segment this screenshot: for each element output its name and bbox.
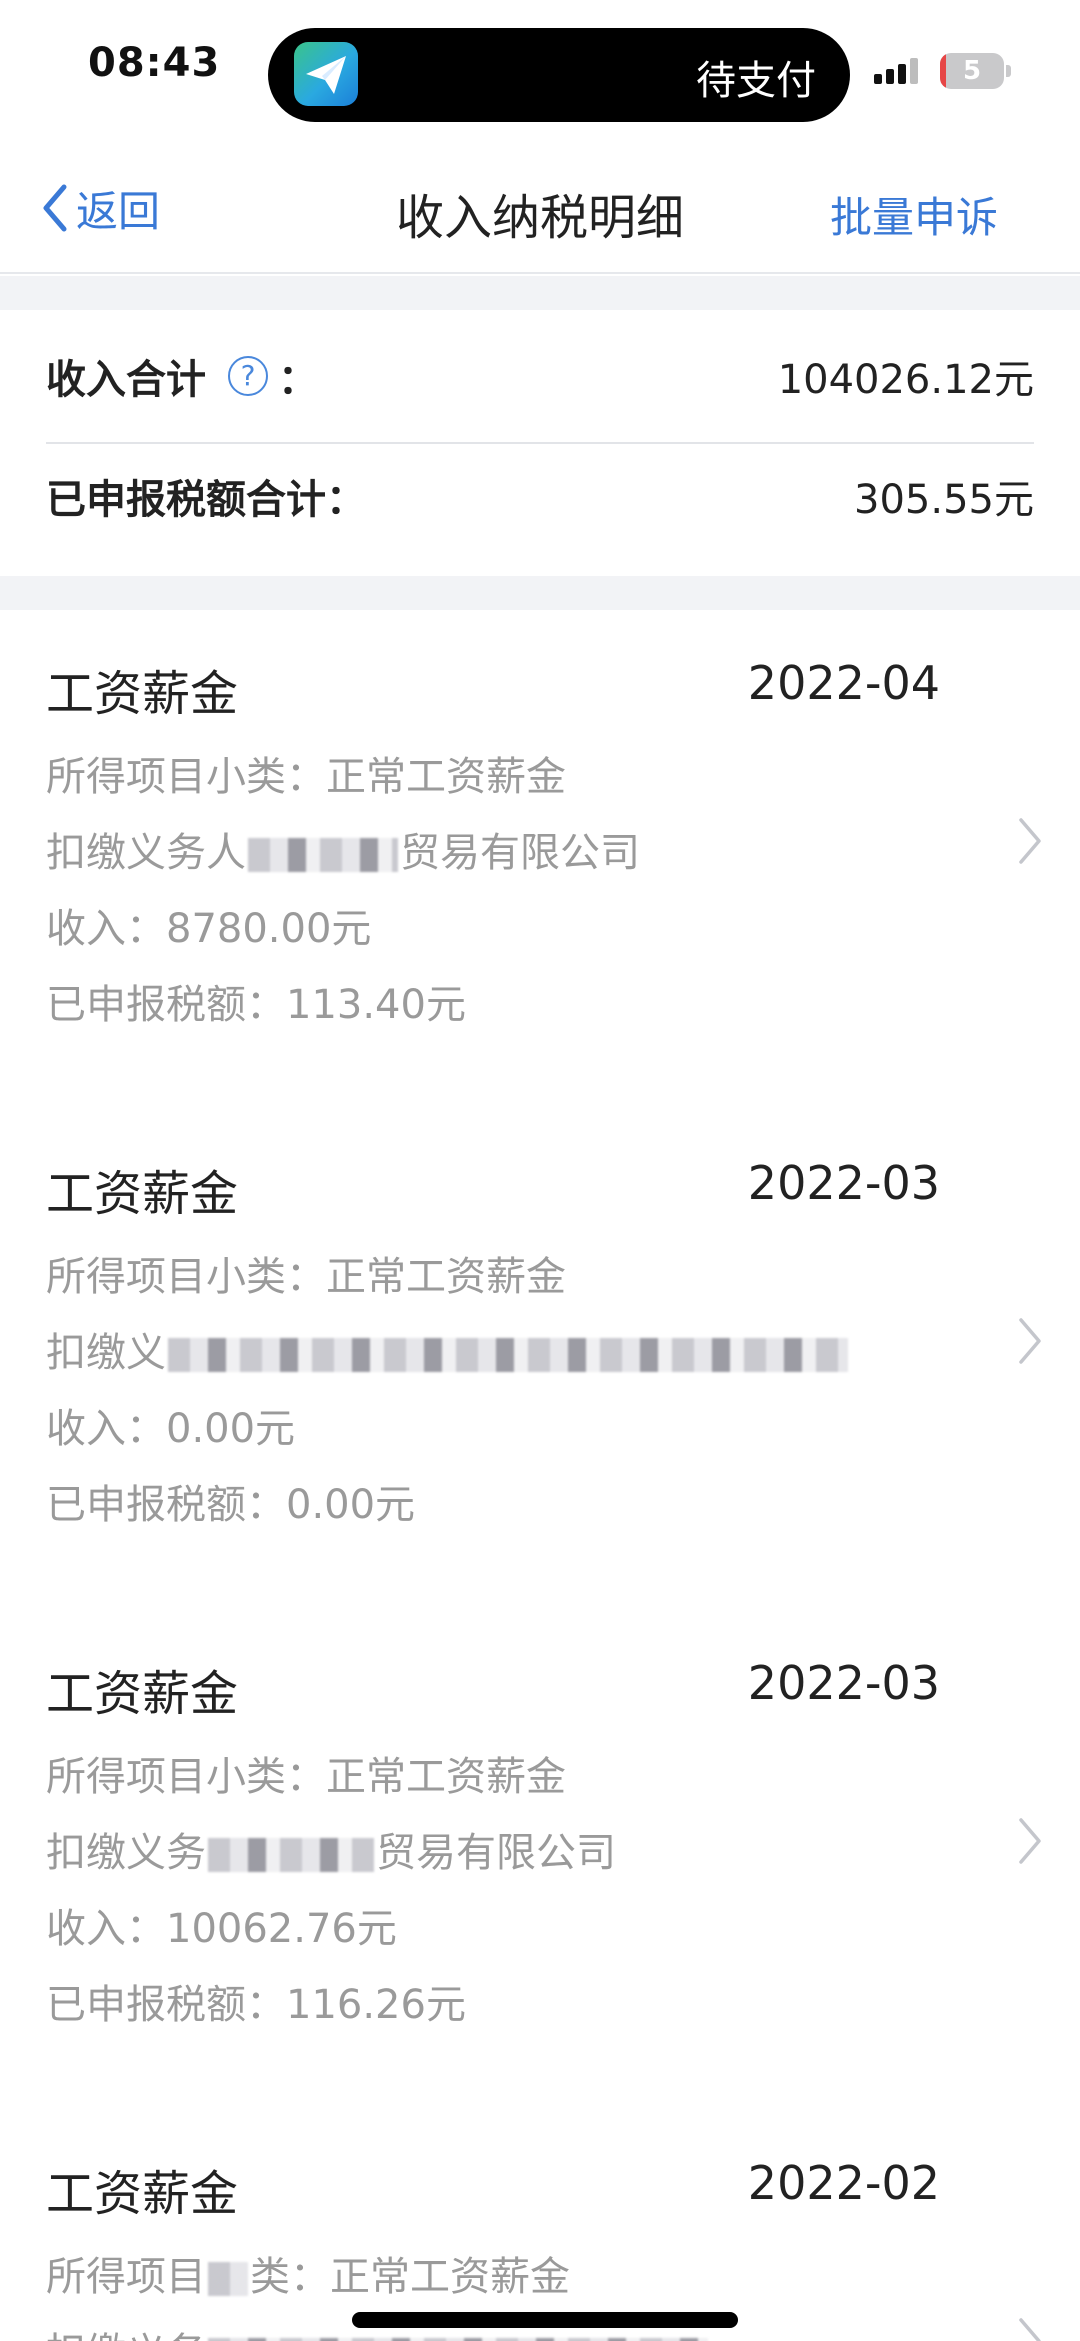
batch-appeal-button[interactable]: 批量申诉 <box>830 184 998 245</box>
signal-icon <box>874 58 918 84</box>
income-record[interactable]: 工资薪金 2022-04 所得项目小类：正常工资薪金 扣缴义务人 贸易有限公司 收… <box>0 610 1080 1110</box>
chevron-right-icon <box>1019 1818 1041 1864</box>
income-record[interactable]: 工资薪金 2022-03 所得项目小类：正常工资薪金 扣缴义 收入：0.00元 … <box>0 1110 1080 1610</box>
chevron-right-icon <box>1019 818 1041 864</box>
record-tax: 已申报税额：0.00元 <box>46 1482 416 1528</box>
record-type: 工资薪金 <box>46 2166 239 2222</box>
income-total-colon: ： <box>278 357 318 403</box>
record-month: 2022-03 <box>747 1656 940 1710</box>
tax-total-label: 已申报税额合计： <box>46 477 366 523</box>
record-month: 2022-04 <box>747 656 940 710</box>
record-subtype: 所得项目小类：正常工资薪金 <box>46 1754 566 1800</box>
record-month: 2022-02 <box>747 2156 940 2210</box>
nav-bar: 返回 收入纳税明细 批量申诉 <box>0 140 1080 274</box>
income-total-value: 104026.12元 <box>777 357 1034 403</box>
income-total-label: 收入合计 <box>46 357 206 403</box>
battery-icon: 5 <box>940 53 1012 89</box>
record-income: 收入：0.00元 <box>46 1406 296 1452</box>
island-pending-payment: 待支付 <box>696 58 816 104</box>
status-bar: 08:43 待支付 5 <box>0 0 1080 140</box>
record-type: 工资薪金 <box>46 666 239 722</box>
status-time: 08:43 <box>88 40 221 86</box>
record-type: 工资薪金 <box>46 1166 239 1222</box>
record-subtype: 所得项目小类：正常工资薪金 <box>46 1254 566 1300</box>
redacted-mask <box>208 2262 248 2296</box>
redacted-mask <box>248 838 398 872</box>
record-payer: 扣缴义 <box>46 1320 850 1378</box>
income-total-row: 收入合计 ? ： 104026.12元 <box>46 324 1034 428</box>
redacted-mask <box>168 1338 848 1372</box>
help-icon[interactable]: ? <box>228 356 268 396</box>
record-subtype: 所得项目小类：正常工资薪金 <box>46 754 566 800</box>
tax-total-value: 305.55元 <box>854 477 1034 523</box>
record-income: 收入：8780.00元 <box>46 906 372 952</box>
record-tax: 已申报税额：113.40元 <box>46 982 466 1028</box>
home-indicator[interactable] <box>352 2312 738 2328</box>
chevron-right-icon <box>1019 1318 1041 1364</box>
paper-plane-icon <box>294 42 358 106</box>
section-gap <box>0 576 1080 610</box>
tax-total-row: 已申报税额合计： 305.55元 <box>46 444 1034 548</box>
record-payer: 扣缴义务人 贸易有限公司 <box>46 830 640 876</box>
income-record[interactable]: 工资薪金 2022-02 所得项目类：正常工资薪金 扣缴义务 <box>0 2110 1080 2341</box>
battery-level-text: 5 <box>962 56 982 86</box>
summary-card: 收入合计 ? ： 104026.12元 已申报税额合计： 305.55元 <box>0 310 1080 576</box>
dynamic-island[interactable]: 待支付 <box>268 28 850 122</box>
section-gap <box>0 276 1080 310</box>
record-type: 工资薪金 <box>46 1666 239 1722</box>
record-payer: 扣缴义务 贸易有限公司 <box>46 1830 616 1876</box>
income-record[interactable]: 工资薪金 2022-03 所得项目小类：正常工资薪金 扣缴义务 贸易有限公司 收入… <box>0 1610 1080 2110</box>
redacted-mask <box>208 1838 374 1872</box>
record-subtype: 所得项目 类：正常工资薪金 <box>46 2254 570 2300</box>
record-tax: 已申报税额：116.26元 <box>46 1982 466 2028</box>
record-month: 2022-03 <box>747 1156 940 1210</box>
record-income: 收入：10062.76元 <box>46 1906 397 1952</box>
chevron-right-icon <box>1019 2318 1041 2341</box>
